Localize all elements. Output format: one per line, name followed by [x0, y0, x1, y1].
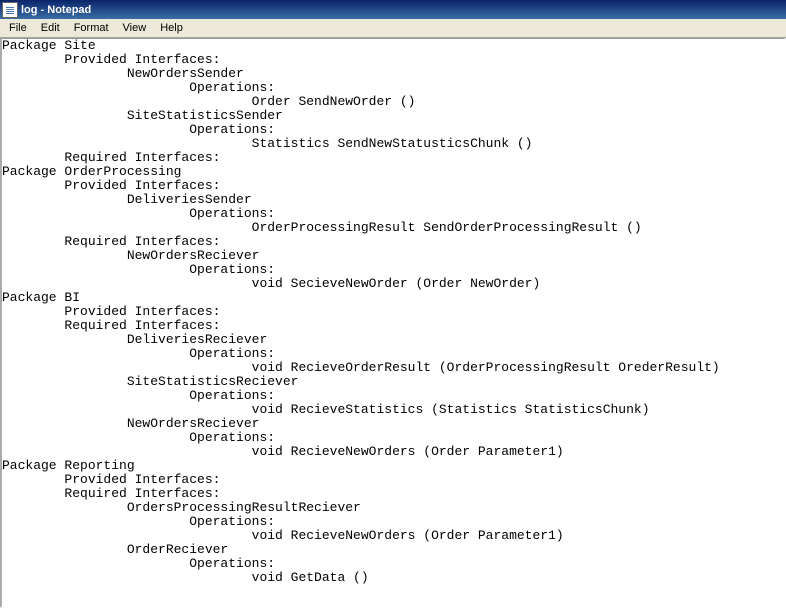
menu-file[interactable]: File: [2, 21, 34, 35]
menu-bar: File Edit Format View Help: [0, 19, 786, 38]
menu-view[interactable]: View: [116, 21, 154, 35]
document-text[interactable]: Package Site Provided Interfaces: NewOrd…: [2, 39, 784, 585]
title-bar: log - Notepad: [0, 0, 786, 19]
menu-format[interactable]: Format: [67, 21, 116, 35]
notepad-icon: [2, 2, 18, 18]
window-title: log - Notepad: [21, 4, 91, 16]
menu-edit[interactable]: Edit: [34, 21, 67, 35]
text-area[interactable]: Package Site Provided Interfaces: NewOrd…: [0, 38, 786, 608]
menu-help[interactable]: Help: [153, 21, 190, 35]
